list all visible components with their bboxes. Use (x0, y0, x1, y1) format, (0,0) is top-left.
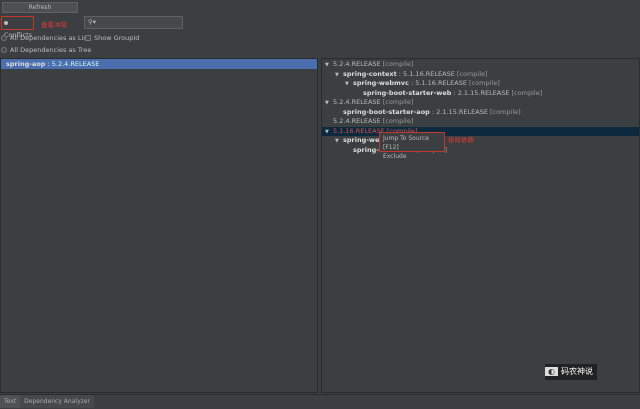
tree-node[interactable]: ▼ spring-webmvc : 5.1.16.RELEASE [compile… (322, 79, 639, 89)
list-item[interactable]: spring-aop : 5.2.4.RELEASE (1, 59, 317, 69)
menu-item-exclude[interactable]: Exclude (383, 152, 441, 161)
tree-node[interactable]: ▼ spring-web (322, 136, 639, 146)
artifact-name: spring-web (343, 136, 384, 144)
tree-node[interactable]: ▼ 5.2.4.RELEASE [compile] (322, 60, 639, 70)
tree-node[interactable]: spring-boot-starter-web : 2.1.15.RELEASE… (322, 89, 639, 99)
show-groupid-checkbox[interactable]: Show GroupId (85, 34, 139, 42)
artifact-scope: [compile] (487, 107, 521, 116)
menu-item-jump-to-source[interactable]: Jump To Source [F12] (383, 134, 441, 152)
search-icon: ⚲▾ (88, 18, 97, 26)
artifact-scope: [compile] (380, 117, 414, 125)
artifact-version: 5.2.4.RELEASE (333, 117, 381, 125)
tree-node[interactable]: spring-bASE [compile] (322, 146, 639, 156)
artifact-scope: [compile] (466, 79, 500, 87)
artifact-version: : 5.1.16.RELEASE (396, 69, 455, 78)
expand-arrow-icon[interactable]: ▼ (325, 99, 333, 109)
artifact-scope: [compile] (454, 69, 488, 78)
artifact-scope: [compile] (509, 88, 543, 97)
artifact-version: 5.1.16.RELEASE (333, 126, 385, 135)
tree-node[interactable]: 5.2.4.RELEASE [compile] (322, 117, 639, 127)
artifact-version: : 5.2.4.RELEASE (45, 60, 100, 68)
expand-arrow-icon[interactable]: ▼ (335, 137, 343, 147)
tree-node[interactable]: ▼ 5.2.4.RELEASE [compile] (322, 98, 639, 108)
tab-dependency-analyzer[interactable]: Dependency Analyzer (20, 395, 94, 408)
show-groupid-label: Show GroupId (94, 34, 140, 42)
all-list-radio[interactable]: All Dependencies as List (1, 34, 89, 42)
refresh-button[interactable]: Refresh (2, 2, 78, 13)
artifact-version: : 2.1.15.RELEASE (451, 88, 510, 97)
all-tree-radio[interactable]: All Dependencies as Tree (1, 46, 91, 54)
artifact-version: : 2.1.15.RELEASE (429, 107, 488, 116)
expand-arrow-icon[interactable]: ▼ (325, 128, 333, 138)
dependency-tree[interactable]: ▼ 5.2.4.RELEASE [compile] ▼ spring-context … (321, 58, 640, 393)
expand-arrow-icon[interactable]: ▼ (345, 80, 353, 90)
tree-node[interactable]: ▼ 5.1.16.RELEASE [compile] (322, 126, 639, 138)
artifact-version: : 5.1.16.RELEASE (408, 79, 467, 87)
conflicts-list[interactable]: spring-aop : 5.2.4.RELEASE (0, 58, 318, 393)
artifact-name: spring-webmvc (353, 79, 409, 87)
bottom-tabs: Text Dependency Analyzer (0, 394, 640, 409)
search-input[interactable]: ⚲▾ (84, 16, 183, 29)
expand-arrow-icon[interactable]: ▼ (335, 71, 343, 81)
radio-icon (4, 21, 8, 25)
all-list-label: All Dependencies as List (10, 34, 90, 42)
artifact-scope: [compile] (380, 98, 414, 106)
artifact-name: spring-boot-starter-aop (343, 107, 430, 116)
tree-node[interactable]: ▼ spring-context : 5.1.16.RELEASE [compil… (322, 70, 639, 80)
artifact-version: 5.2.4.RELEASE (333, 98, 381, 106)
artifact-name: spring-aop (6, 60, 46, 68)
exclude-annotation: 排除依赖 (448, 136, 474, 144)
context-menu: Jump To Source [F12] Exclude (379, 132, 445, 160)
artifact-name: spring-context (343, 69, 397, 78)
conflicts-annotation: 查看冲突 (41, 21, 67, 29)
tree-node[interactable]: spring-boot-starter-aop : 2.1.15.RELEASE… (322, 108, 639, 118)
artifact-scope: [compile] (380, 60, 414, 68)
tab-text[interactable]: Text (0, 395, 21, 408)
watermark: ◐ 码农神说 (545, 364, 597, 380)
artifact-name: spring-boot-starter-web (363, 88, 452, 97)
conflicts-radio[interactable]: Conflicts (1, 16, 34, 39)
artifact-version: 5.2.4.RELEASE (333, 60, 381, 68)
all-tree-label: All Dependencies as Tree (10, 46, 92, 54)
expand-arrow-icon[interactable]: ▼ (325, 61, 333, 71)
